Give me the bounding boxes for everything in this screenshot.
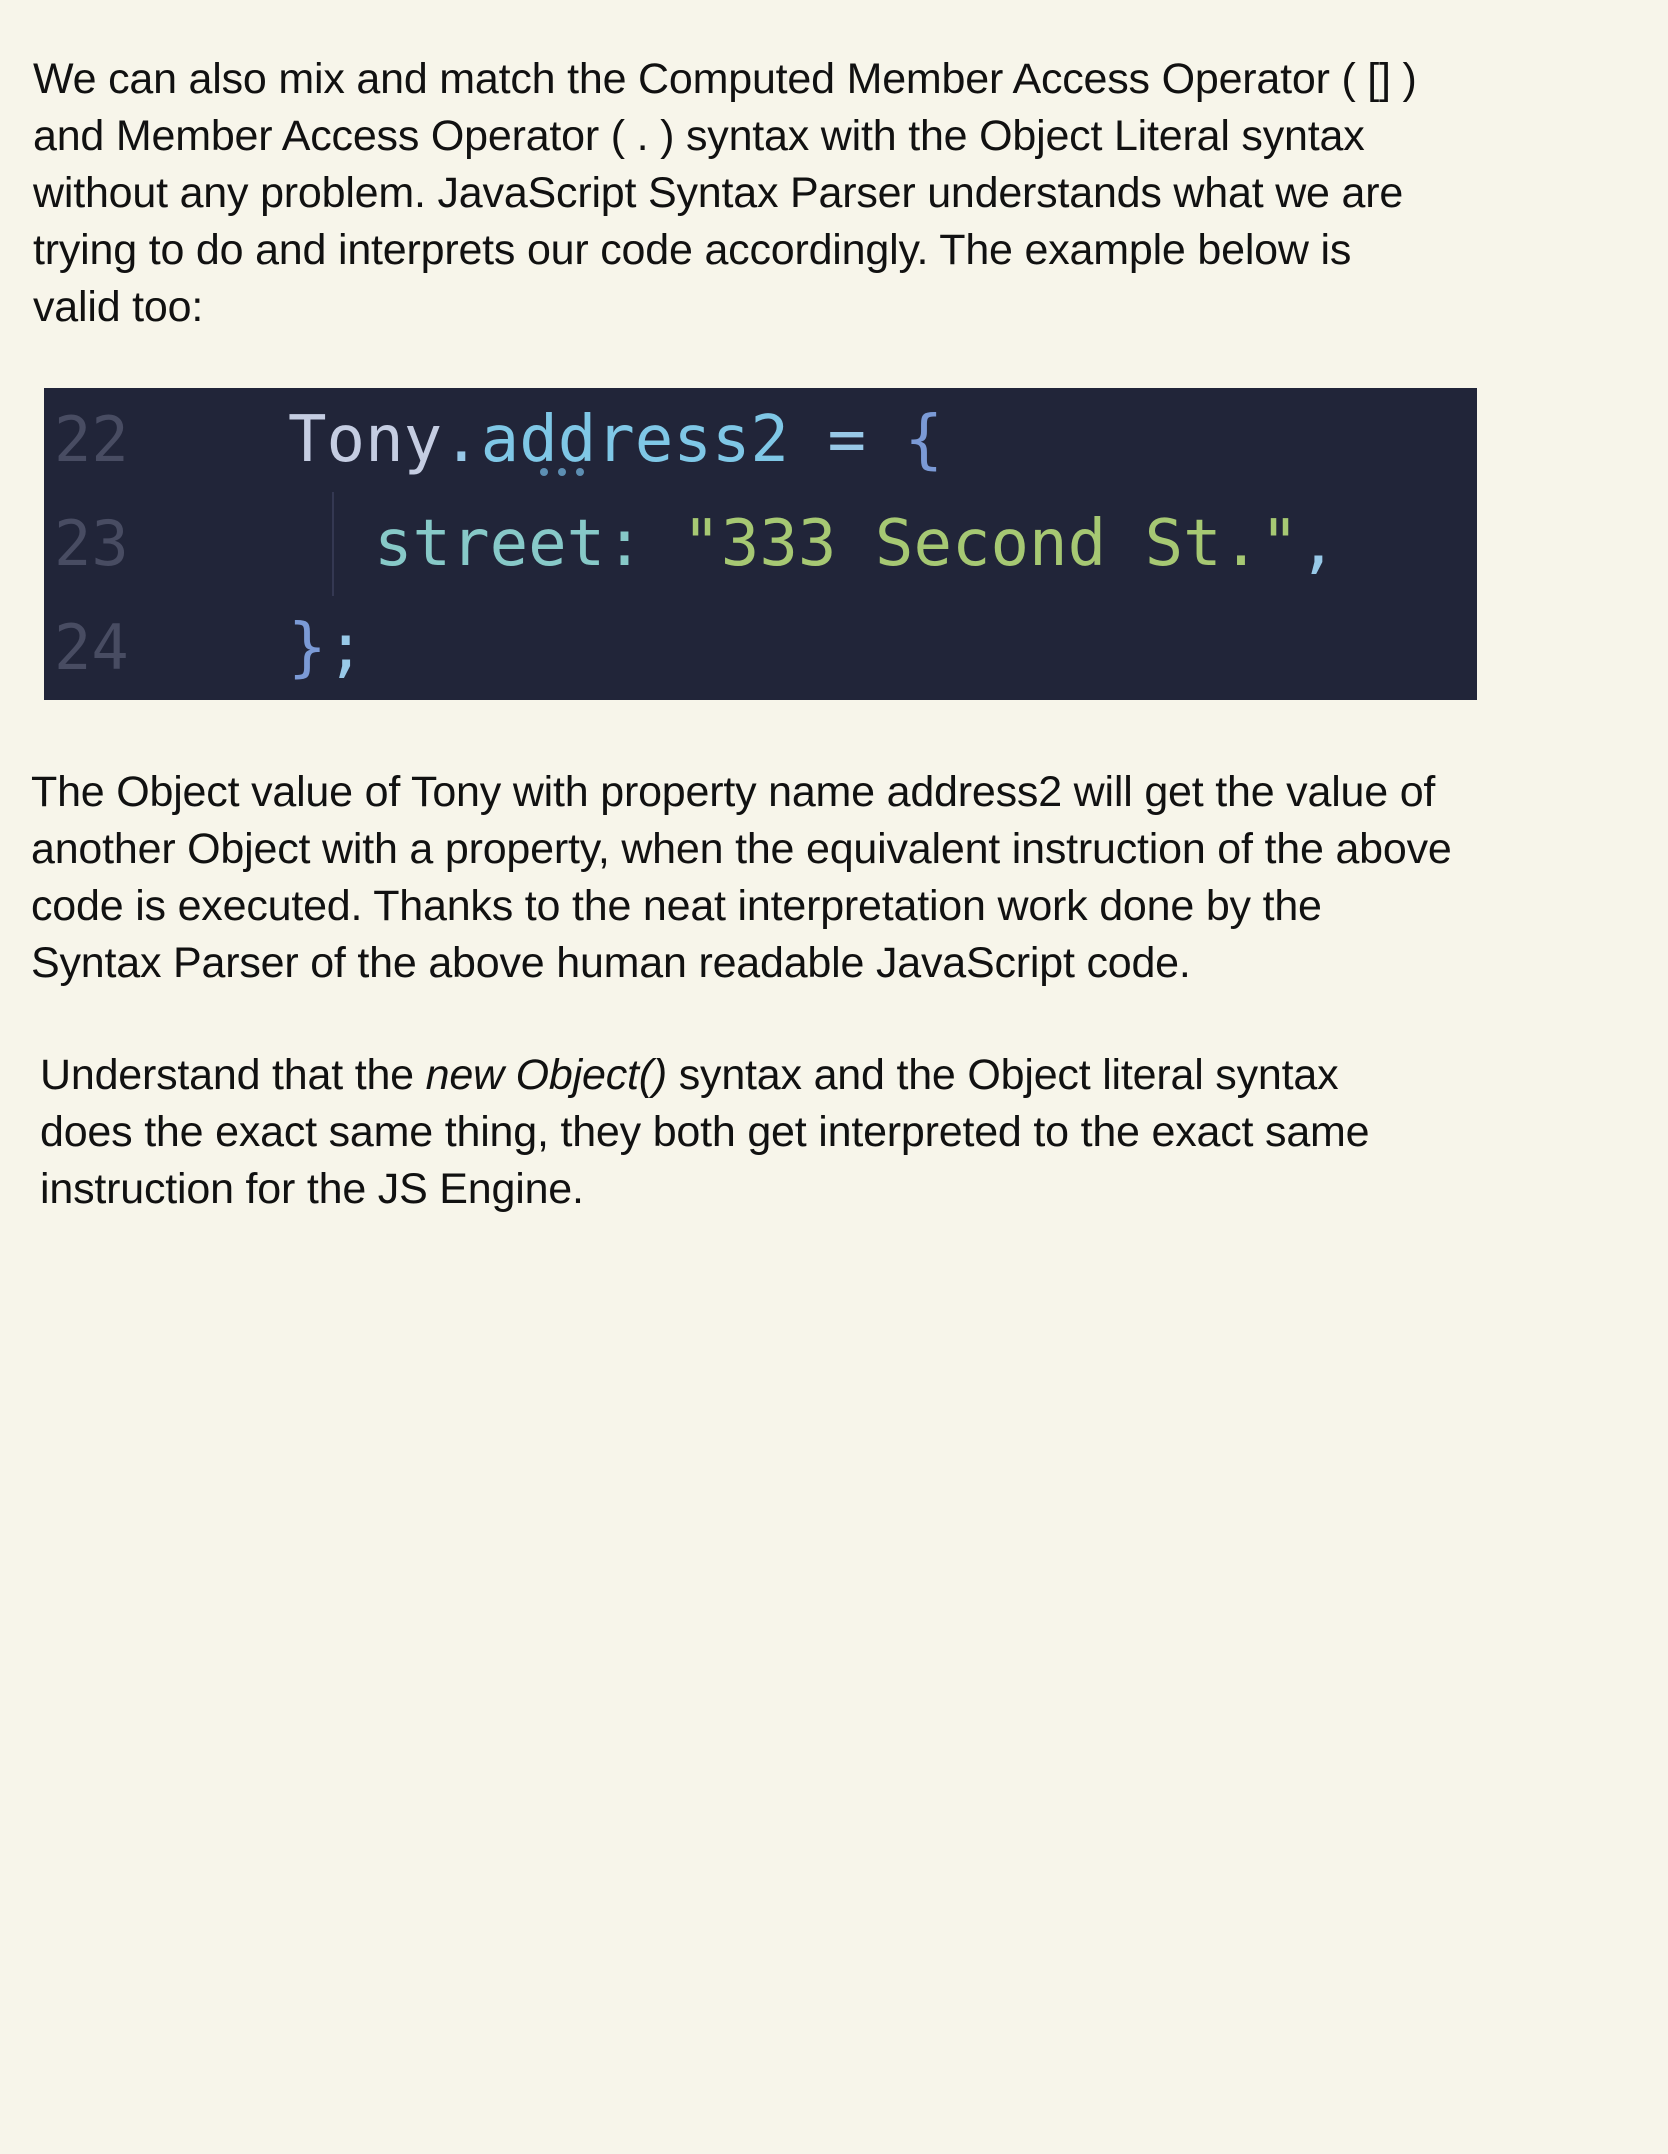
explanation-line: Syntax Parser of the above human readabl… <box>31 939 1191 987</box>
intro-line: trying to do and interprets our code acc… <box>33 226 1352 274</box>
code-line-22: 22 Tony.address2 = { <box>44 388 1477 492</box>
explanation-line: The Object value of Tony with property n… <box>31 768 1436 816</box>
code-line-24: 24 }; <box>44 596 1477 700</box>
property-token: address2 <box>480 403 789 477</box>
object-token: Tony <box>288 403 443 477</box>
intro-paragraph: We can also mix and match the Computed M… <box>33 51 1643 336</box>
intro-line: We can also mix and match the Computed M… <box>33 55 1417 103</box>
close-brace-token: } <box>288 611 327 685</box>
note-italic-code: new Object() <box>425 1051 668 1099</box>
code-screenshot: 22 Tony.address2 = { 23 street: "333 Sec… <box>44 388 1477 700</box>
line-number: 23 <box>54 507 129 580</box>
comma-token: , <box>1298 507 1338 581</box>
open-brace-token: { <box>904 403 944 477</box>
assign-token: = <box>788 403 905 477</box>
key-token: street: <box>374 507 644 581</box>
note-line: Understand that the new Object() syntax … <box>40 1047 1640 1104</box>
explanation-paragraph: The Object value of Tony with property n… <box>31 764 1666 992</box>
intro-line: valid too: <box>33 283 204 331</box>
semicolon-token: ; <box>326 611 366 685</box>
code-text: street: "333 Second St.", <box>374 492 1337 596</box>
note-text: syntax and the Object literal syntax <box>667 1051 1339 1099</box>
note-paragraph: Understand that the new Object() syntax … <box>40 1047 1640 1218</box>
string-token: "333 Second St." <box>682 507 1299 581</box>
dot-token: . <box>442 403 481 477</box>
note-line: instruction for the JS Engine. <box>40 1165 584 1213</box>
explanation-line: another Object with a property, when the… <box>31 825 1452 873</box>
note-text: Understand that the <box>40 1051 426 1099</box>
note-line: does the exact same thing, they both get… <box>40 1108 1370 1156</box>
lint-hint-dots-icon <box>540 468 600 478</box>
line-number: 22 <box>54 403 129 476</box>
intro-line: and Member Access Operator ( . ) syntax … <box>33 112 1365 160</box>
code-text: Tony.address2 = { <box>288 388 943 492</box>
intro-line: without any problem. JavaScript Syntax P… <box>33 169 1404 217</box>
code-text: }; <box>288 596 365 700</box>
line-number: 24 <box>54 611 129 684</box>
code-line-23: 23 street: "333 Second St.", <box>44 492 1477 596</box>
explanation-line: code is executed. Thanks to the neat int… <box>31 882 1322 930</box>
